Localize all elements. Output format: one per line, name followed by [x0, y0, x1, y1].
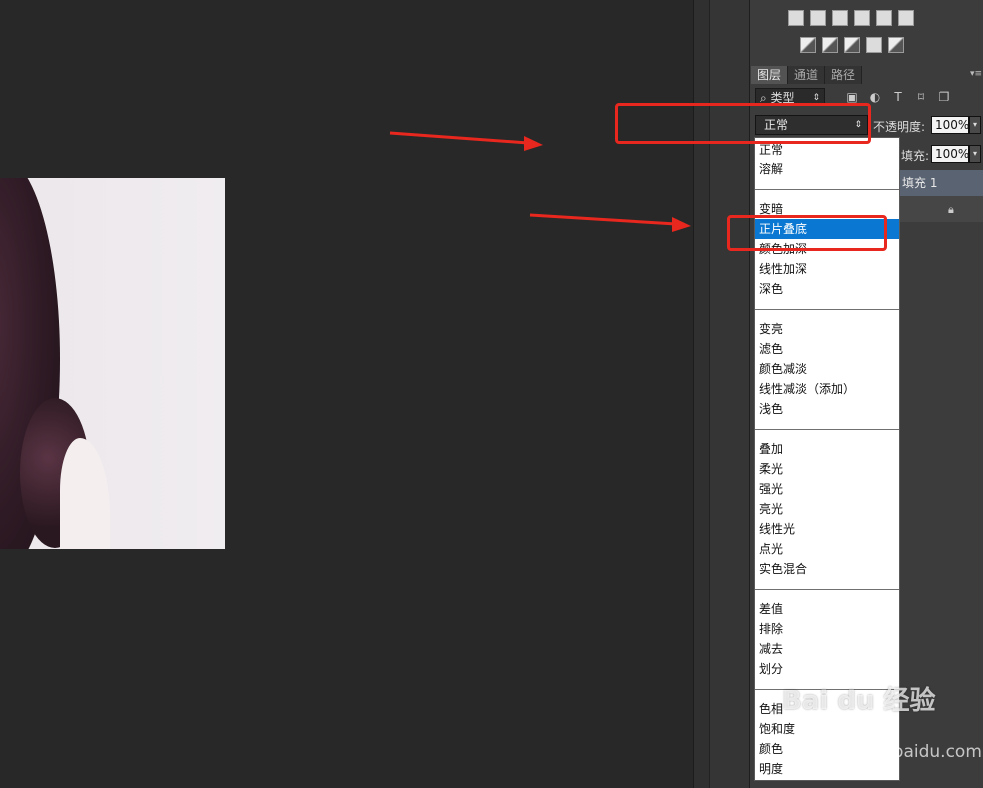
adjustments-row-1 [788, 10, 914, 26]
blend-option-screen[interactable]: 滤色 [755, 339, 899, 359]
opacity-label: 不透明度: [873, 120, 926, 134]
blend-option-lighten[interactable]: 变亮 [755, 319, 899, 339]
blend-option-darker-color[interactable]: 深色 [755, 279, 899, 299]
brightness-contrast-icon[interactable] [788, 10, 804, 26]
layers-panel-tabs: 图层 通道 路径 [751, 66, 863, 84]
type-filter-icon[interactable]: T [891, 90, 905, 104]
smart-object-filter-icon[interactable]: ❐ [937, 90, 951, 104]
levels-icon[interactable] [810, 10, 826, 26]
layer-row-fill-1[interactable]: 填充 1 [899, 170, 983, 196]
lock-icon: 🔒︎ [948, 203, 954, 216]
menu-separator [755, 429, 899, 430]
opacity-slider-button[interactable]: ▾ [969, 116, 981, 134]
blend-option-linear-burn[interactable]: 线性加深 [755, 259, 899, 279]
blend-option-pin-light[interactable]: 点光 [755, 539, 899, 559]
baidu-watermark-url: jingyan.baidu.com [825, 742, 982, 762]
blend-option-soft-light[interactable]: 柔光 [755, 459, 899, 479]
threshold-icon[interactable] [844, 37, 860, 53]
tab-paths[interactable]: 路径 [825, 66, 863, 84]
blend-option-vivid-light[interactable]: 亮光 [755, 499, 899, 519]
layer-row-background[interactable] [899, 196, 983, 222]
selective-color-icon[interactable] [866, 37, 882, 53]
blend-option-linear-light[interactable]: 线性光 [755, 519, 899, 539]
tab-channels[interactable]: 通道 [788, 66, 826, 84]
fill-slider-button[interactable]: ▾ [969, 145, 981, 163]
pixel-filter-icon[interactable]: ▣ [845, 90, 859, 104]
arrow-to-multiply [529, 213, 691, 232]
blend-option-saturation[interactable]: 饱和度 [755, 719, 899, 739]
annotation-box-blend-select [615, 103, 871, 144]
blend-option-hard-mix[interactable]: 实色混合 [755, 559, 899, 579]
menu-separator [755, 309, 899, 310]
shape-filter-icon[interactable]: ⌑ [914, 90, 928, 104]
blend-option-hard-light[interactable]: 强光 [755, 479, 899, 499]
blend-option-linear-dodge[interactable]: 线性减淡（添加） [755, 379, 899, 399]
blend-option-lighter-color[interactable]: 浅色 [755, 399, 899, 419]
tab-layers[interactable]: 图层 [751, 66, 789, 84]
color-lookup-icon[interactable] [898, 10, 914, 26]
invert-icon[interactable] [800, 37, 816, 53]
blend-option-exclusion[interactable]: 排除 [755, 619, 899, 639]
menu-separator [755, 189, 899, 190]
annotation-box-multiply [727, 215, 887, 251]
arrow-to-blend-select [389, 131, 543, 151]
fill-label: 填充: [901, 149, 930, 163]
blend-option-dissolve[interactable]: 溶解 [755, 159, 899, 179]
layer-filter-icons: ▣ ◐ T ⌑ ❐ [845, 90, 951, 104]
adjustment-filter-icon[interactable]: ◐ [868, 90, 882, 104]
fill-input[interactable]: 100% [931, 145, 969, 163]
blend-option-color-dodge[interactable]: 颜色减淡 [755, 359, 899, 379]
curves-icon[interactable] [832, 10, 848, 26]
adjustments-row-2 [800, 37, 904, 53]
vibrance-icon[interactable] [876, 10, 892, 26]
posterize-icon[interactable] [822, 37, 838, 53]
opacity-input[interactable]: 100% [931, 116, 969, 134]
blend-option-overlay[interactable]: 叠加 [755, 439, 899, 459]
blend-option-subtract[interactable]: 减去 [755, 639, 899, 659]
panel-menu-icon[interactable]: ▾≡ [970, 69, 982, 79]
exposure-icon[interactable] [854, 10, 870, 26]
blend-option-divide[interactable]: 划分 [755, 659, 899, 679]
blend-option-luminosity[interactable]: 明度 [755, 759, 899, 779]
baidu-watermark: Bai du 经验 [782, 686, 936, 716]
gradient-map-icon[interactable] [888, 37, 904, 53]
layer-name: 填充 1 [902, 176, 938, 190]
blend-option-difference[interactable]: 差值 [755, 599, 899, 619]
menu-separator [755, 589, 899, 590]
